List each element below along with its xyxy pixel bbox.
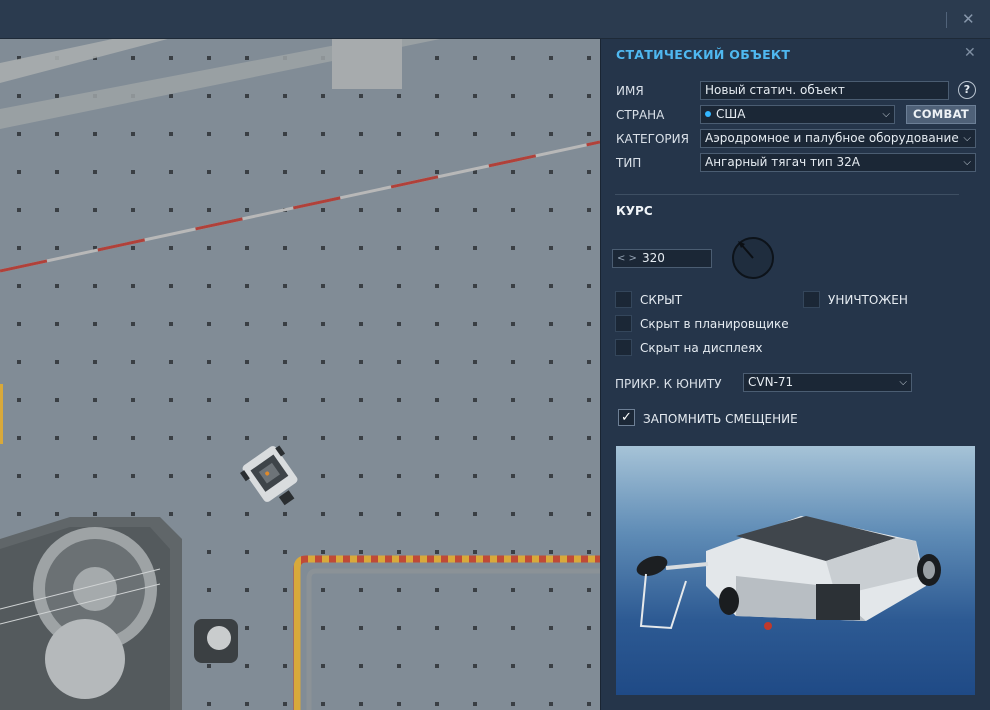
destroyed-checkbox[interactable] [803,291,820,308]
map-view[interactable] [0,39,600,710]
country-label: СТРАНА [616,108,665,122]
remember-offset-label: ЗАПОМНИТЬ СМЕЩЕНИЕ [643,412,798,426]
chevron-down-icon: ⌵ [882,109,890,120]
name-label: ИМЯ [616,84,644,98]
hidden-planner-label: Скрыт в планировщике [640,317,789,331]
attach-to-unit-value: CVN-71 [748,375,794,389]
object-3d-preview[interactable] [616,446,975,695]
country-color-dot [705,111,711,117]
type-select[interactable]: Ангарный тягач тип 32А ⌵ [700,153,976,172]
close-icon[interactable]: ✕ [962,10,975,28]
help-button[interactable]: ? [958,81,976,99]
combat-button[interactable]: COMBAT [906,105,976,124]
hidden-displays-label: Скрыт на дисплеях [640,341,763,355]
heading-value: 320 [642,251,665,265]
close-icon[interactable]: ✕ [964,45,976,61]
category-label: КАТЕГОРИЯ [616,132,689,146]
country-select[interactable]: США ⌵ [700,105,895,124]
heading-section-title: КУРС [616,204,653,218]
type-value: Ангарный тягач тип 32А [705,155,860,169]
hidden-checkbox[interactable] [615,291,632,308]
hidden-planner-checkbox[interactable] [615,315,632,332]
category-select[interactable]: Аэродромное и палубное оборудование ⌵ [700,129,976,148]
chevron-down-icon: ⌵ [899,377,907,388]
window-title-bar: ✕ [0,0,990,39]
static-object-panel: СТАТИЧЕСКИЙ ОБЪЕКТ ✕ ИМЯ Новый статич. о… [600,39,990,710]
hidden-displays-checkbox[interactable] [615,339,632,356]
remember-offset-checkbox[interactable]: ✓ [618,409,635,426]
stepper-arrows-icon[interactable]: < > [617,250,637,267]
category-value: Аэродромное и палубное оборудование [705,131,959,145]
carrier-deck-map [0,39,600,710]
name-field[interactable]: Новый статич. объект [700,81,949,100]
destroyed-label: УНИЧТОЖЕН [828,293,908,307]
heading-compass-dial[interactable] [731,236,775,280]
type-label: ТИП [616,156,642,170]
attach-to-unit-select[interactable]: CVN-71 ⌵ [743,373,912,392]
chevron-down-icon: ⌵ [963,157,971,168]
title-bar-separator [946,12,947,28]
tow-tractor-model-image [636,516,941,630]
panel-title: СТАТИЧЕСКИЙ ОБЪЕКТ [616,47,791,62]
attach-to-unit-label: ПРИКР. К ЮНИТУ [615,377,722,391]
hidden-label: СКРЫТ [640,293,683,307]
country-value: США [716,107,746,121]
heading-stepper[interactable]: < > 320 [612,249,712,268]
checkmark-icon: ✓ [621,410,632,425]
section-divider [615,194,959,195]
chevron-down-icon: ⌵ [963,133,971,144]
